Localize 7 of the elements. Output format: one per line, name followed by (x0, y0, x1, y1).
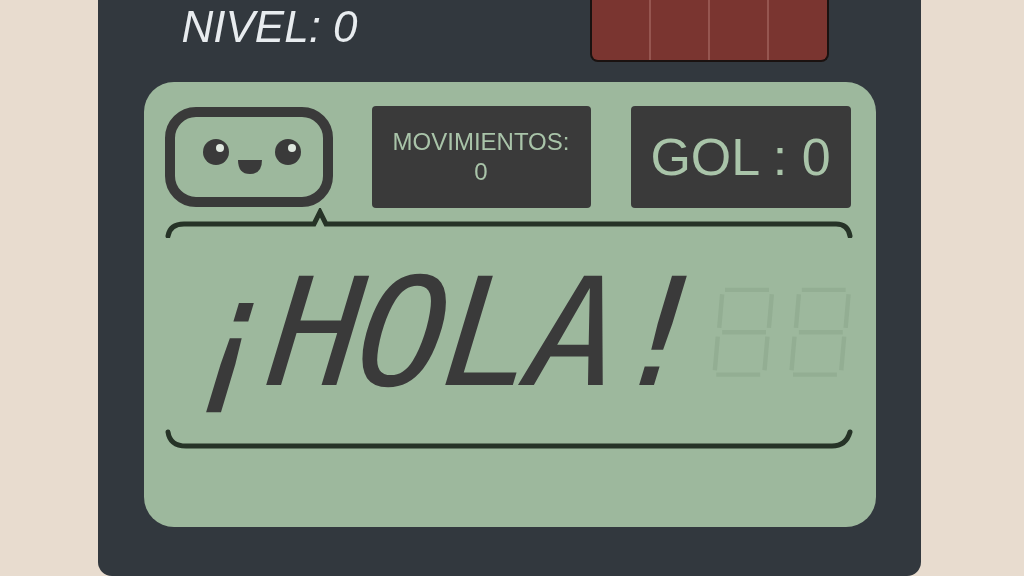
top-action-button[interactable] (589, 0, 829, 62)
lcd-message: ¡HOLA! (177, 253, 712, 413)
moves-label: MOVIMIENTOS: (392, 127, 570, 157)
moves-value: 0 (474, 157, 488, 187)
goal-counter: GOL : 0 (630, 106, 851, 208)
smiley-face-icon (163, 106, 334, 208)
level-label: NIVEL: 0 (181, 2, 358, 52)
